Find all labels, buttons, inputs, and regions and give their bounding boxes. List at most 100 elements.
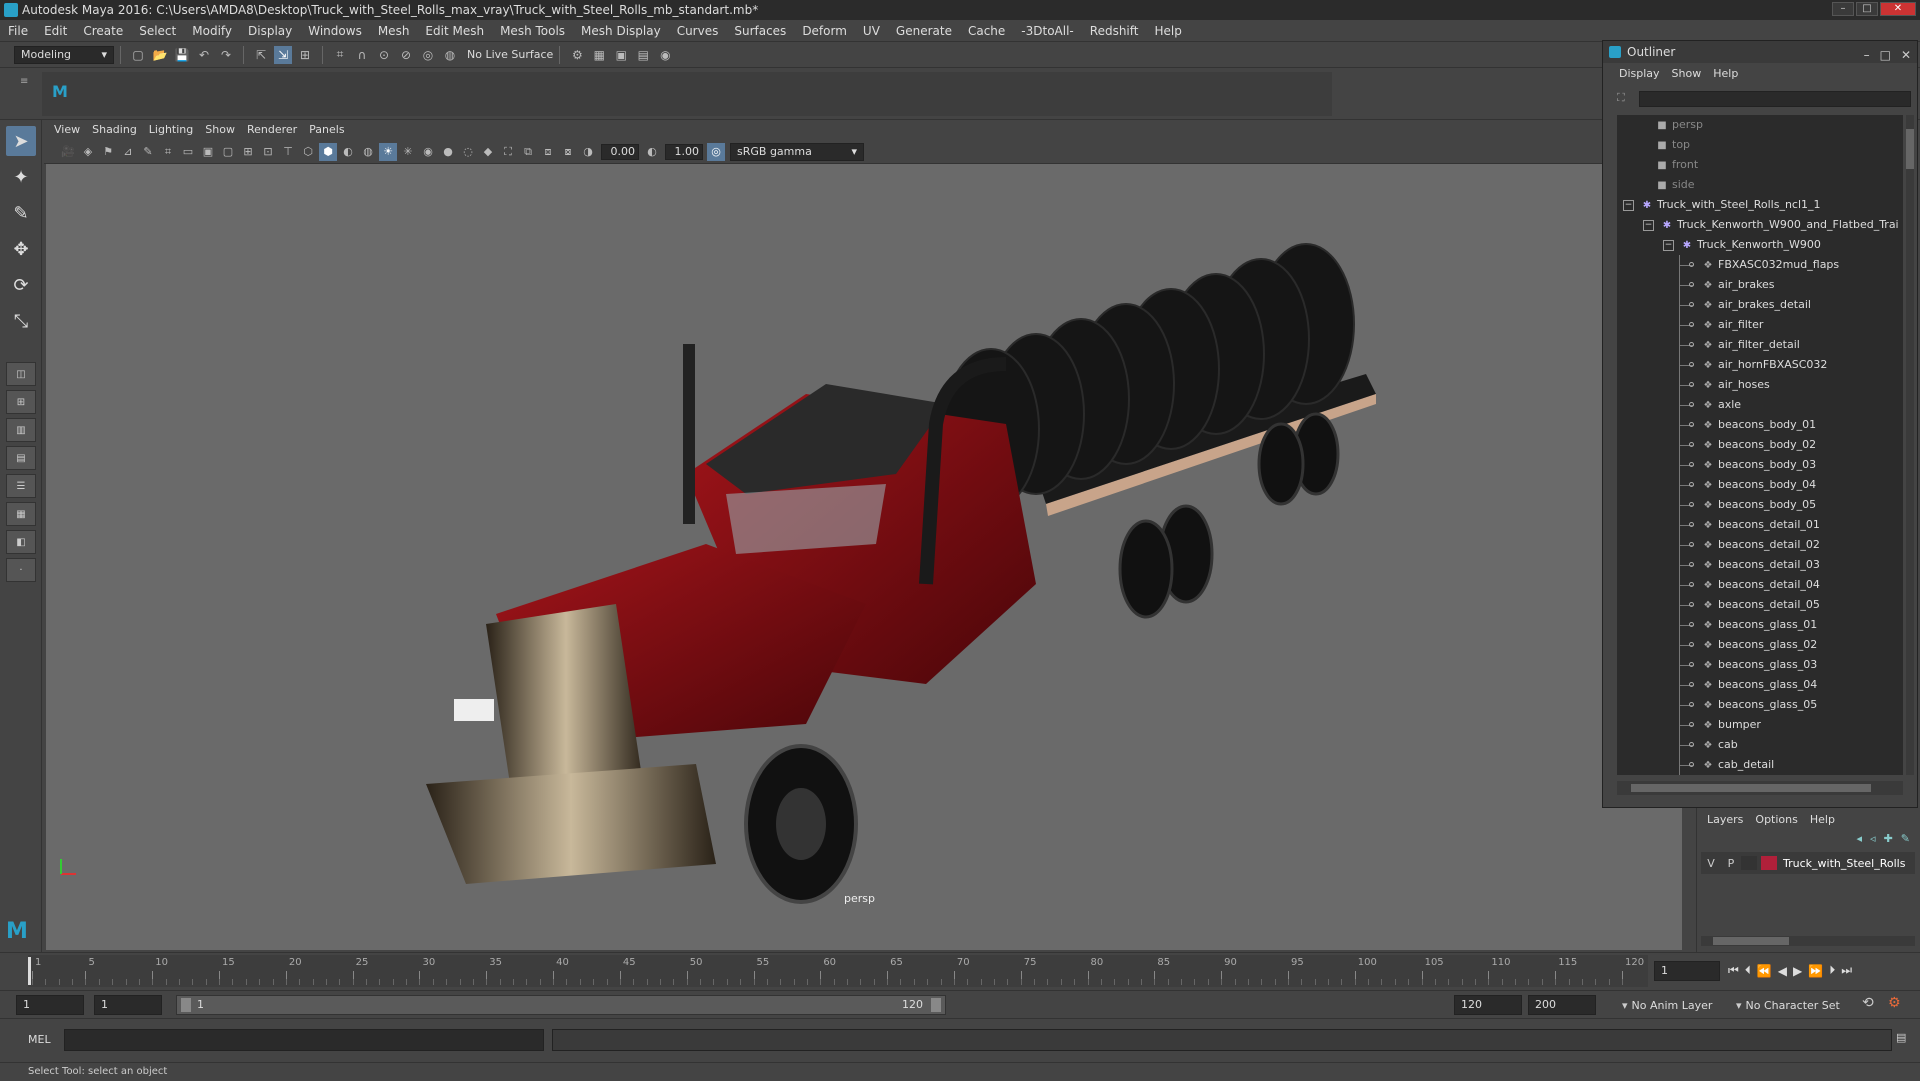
outliner-hscroll-thumb[interactable]: [1631, 784, 1871, 792]
tree-item-mesh[interactable]: ❖ air_filter_detail: [1617, 335, 1903, 355]
layout-graph-icon[interactable]: ▦: [6, 502, 36, 526]
ipr-render-icon[interactable]: ▣: [612, 46, 630, 64]
range-end-handle[interactable]: [931, 998, 941, 1012]
layer-hscroll-thumb[interactable]: [1713, 937, 1789, 945]
tree-item-camera[interactable]: ■ side: [1617, 175, 1903, 195]
layout-two-stack-icon[interactable]: ▤: [6, 446, 36, 470]
layout-outliner-icon[interactable]: ☰: [6, 474, 36, 498]
anim-prefs-icon[interactable]: ⚙: [1888, 995, 1901, 1011]
viewport-menu-view[interactable]: View: [48, 120, 86, 140]
playback-start-field[interactable]: 1: [94, 995, 162, 1015]
undo-icon[interactable]: ↶: [195, 46, 213, 64]
menu-mesh[interactable]: Mesh: [370, 20, 418, 42]
viewport-menu-show[interactable]: Show: [199, 120, 241, 140]
tree-item-mesh[interactable]: ❖ FBXASC032mud_flaps: [1617, 255, 1903, 275]
menu-select[interactable]: Select: [131, 20, 184, 42]
tree-item-mesh[interactable]: ❖ beacons_detail_01: [1617, 515, 1903, 535]
resolution-gate-icon[interactable]: ▣: [199, 143, 217, 161]
auto-key-icon[interactable]: ⟲: [1862, 995, 1874, 1011]
tree-item-mesh[interactable]: ❖ beacons_body_04: [1617, 475, 1903, 495]
tree-item-mesh[interactable]: ❖ air_brakes: [1617, 275, 1903, 295]
menu-3dtoall[interactable]: -3DtoAll-: [1013, 20, 1081, 42]
tree-item-group[interactable]: − ✱ Truck_Kenworth_W900: [1617, 235, 1903, 255]
new-layer-icon[interactable]: ✚: [1884, 832, 1893, 845]
depth-of-field-icon[interactable]: ◆: [479, 143, 497, 161]
menu-mesh-tools[interactable]: Mesh Tools: [492, 20, 573, 42]
outliner-menu-show[interactable]: Show: [1666, 64, 1708, 84]
shadows-icon[interactable]: ✳: [399, 143, 417, 161]
outliner-vscroll[interactable]: [1906, 115, 1914, 775]
time-ruler[interactable]: 1 5 10 15 20 25 30 35 40 45 50 55 60 65 70 75 80 85 90 95 10…: [28, 955, 1648, 987]
camera-select-icon[interactable]: 🎥: [59, 143, 77, 161]
snap-view-icon[interactable]: ⊘: [397, 46, 415, 64]
menu-edit-mesh[interactable]: Edit Mesh: [417, 20, 492, 42]
layout-hypershade-icon[interactable]: ◧: [6, 530, 36, 554]
current-time-indicator[interactable]: [28, 957, 31, 985]
grease-pencil-icon[interactable]: ✎: [139, 143, 157, 161]
safe-title-icon[interactable]: ⊤: [279, 143, 297, 161]
character-set-selector[interactable]: ▾ No Character Set: [1736, 995, 1840, 1015]
step-forward-frame-icon[interactable]: ⏵: [1829, 963, 1835, 978]
tree-item-group[interactable]: − ✱ Truck_with_Steel_Rolls_ncl1_1: [1617, 195, 1903, 215]
select-component-icon[interactable]: ⊞: [296, 46, 314, 64]
menu-deform[interactable]: Deform: [794, 20, 855, 42]
snap-point-icon[interactable]: ⊙: [375, 46, 393, 64]
viewport-menu-panels[interactable]: Panels: [303, 120, 350, 140]
animation-end-field[interactable]: 200: [1528, 995, 1596, 1015]
new-scene-icon[interactable]: ▢: [129, 46, 147, 64]
tree-item-camera[interactable]: ■ top: [1617, 135, 1903, 155]
tree-item-group[interactable]: − ✱ Truck_Kenworth_W900_and_Flatbed_Trai: [1617, 215, 1903, 235]
playback-end-field[interactable]: 120: [1454, 995, 1522, 1015]
textured-icon[interactable]: ◍: [359, 143, 377, 161]
xray-components-icon[interactable]: ⧇: [559, 143, 577, 161]
select-object-icon[interactable]: ⇲: [274, 45, 292, 64]
go-to-start-icon[interactable]: ⏮: [1728, 963, 1739, 978]
isolate-select-icon[interactable]: ⛶: [499, 143, 517, 161]
layer-menu-layers[interactable]: Layers: [1701, 810, 1749, 830]
exposure-field[interactable]: 0.00: [601, 143, 639, 160]
gamma-field[interactable]: 1.00: [665, 143, 703, 160]
mode-dropdown[interactable]: Modeling ▾: [14, 45, 114, 64]
layer-menu-options[interactable]: Options: [1749, 810, 1803, 830]
range-bar[interactable]: 1 120: [176, 995, 946, 1015]
tree-item-mesh[interactable]: ❖ beacons_glass_03: [1617, 655, 1903, 675]
layer-menu-help[interactable]: Help: [1804, 810, 1841, 830]
range-start-handle[interactable]: [181, 998, 191, 1012]
menu-redshift[interactable]: Redshift: [1082, 20, 1147, 42]
layer-row[interactable]: V P Truck_with_Steel_Rolls: [1701, 852, 1915, 874]
hypershade-icon[interactable]: ◉: [656, 46, 674, 64]
lasso-tool-icon[interactable]: ✦: [6, 162, 36, 192]
animation-start-field[interactable]: 1: [16, 995, 84, 1015]
tree-item-mesh[interactable]: ❖ air_filter: [1617, 315, 1903, 335]
tree-item-camera[interactable]: ■ front: [1617, 155, 1903, 175]
use-all-lights-icon[interactable]: ☀: [379, 142, 397, 161]
viewport-menu-shading[interactable]: Shading: [86, 120, 143, 140]
layer-move-down-icon[interactable]: ◃: [1870, 832, 1876, 845]
go-to-end-icon[interactable]: ⏭: [1841, 963, 1852, 978]
filter-icon[interactable]: ⛶: [1617, 91, 1625, 105]
layout-two-side-icon[interactable]: ▥: [6, 418, 36, 442]
outliner-menu-help[interactable]: Help: [1707, 64, 1744, 84]
menu-modify[interactable]: Modify: [184, 20, 240, 42]
tree-item-mesh[interactable]: ❖ air_hoses: [1617, 375, 1903, 395]
script-editor-icon[interactable]: ▤: [1896, 1031, 1906, 1044]
collapse-icon[interactable]: −: [1643, 219, 1654, 231]
safe-action-icon[interactable]: ⊡: [259, 143, 277, 161]
tree-item-mesh[interactable]: ❖ axle: [1617, 395, 1903, 415]
redo-icon[interactable]: ↷: [217, 46, 235, 64]
menu-display[interactable]: Display: [240, 20, 300, 42]
render-settings-icon[interactable]: ⚙: [568, 46, 586, 64]
menu-uv[interactable]: UV: [855, 20, 888, 42]
viewport-3d-scene[interactable]: [46, 164, 1682, 950]
layer-move-up-icon[interactable]: ◂: [1857, 832, 1863, 845]
shelf-options-icon[interactable]: ≡: [20, 76, 28, 87]
anim-layer-selector[interactable]: ▾ No Anim Layer: [1622, 995, 1712, 1015]
render-view-icon[interactable]: ▤: [634, 46, 652, 64]
xray-icon[interactable]: ⧉: [519, 143, 537, 161]
tree-item-mesh[interactable]: ❖ beacons_glass_05: [1617, 695, 1903, 715]
scale-tool-icon[interactable]: ⤡: [6, 306, 36, 336]
color-space-dropdown[interactable]: sRGB gamma ▾: [730, 142, 864, 161]
tree-item-mesh[interactable]: ❖ beacons_body_05: [1617, 495, 1903, 515]
field-chart-icon[interactable]: ⊞: [239, 143, 257, 161]
rotate-tool-icon[interactable]: ⟳: [6, 270, 36, 300]
